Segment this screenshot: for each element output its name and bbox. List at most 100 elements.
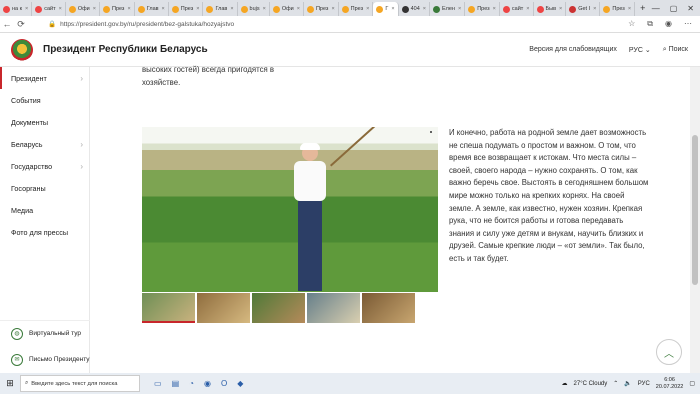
page-scrollbar[interactable] [690,67,700,373]
sidebar-item[interactable]: События [0,89,89,111]
tab-close-icon[interactable]: × [559,6,562,12]
browser-tab[interactable]: През × [100,2,135,16]
tab-favicon-icon [68,5,76,13]
tab-close-icon[interactable]: × [593,6,596,12]
tab-close-icon[interactable]: × [331,6,334,12]
edge-icon[interactable]: ◔ [189,379,194,388]
browser-tab[interactable]: През × [169,2,204,16]
virtual-tour-link[interactable]: ◍ Виртуальный тур [0,321,90,347]
browser-tab[interactable]: През × [600,2,636,16]
tab-close-icon[interactable]: × [628,6,631,12]
main-photo[interactable] [142,127,438,292]
browser-tab[interactable]: Елен × [430,2,466,16]
new-tab-button[interactable]: + [635,3,650,13]
browser-tab[interactable]: Г × [373,2,399,16]
thumbnail[interactable] [252,293,305,323]
accessibility-link[interactable]: Версия для слабовидящих [529,46,617,53]
tab-label: на к [12,6,23,12]
tab-close-icon[interactable]: × [230,6,233,12]
volume-icon[interactable]: 🔈 [624,380,631,387]
sidebar-item[interactable]: Государство › [0,155,89,177]
tab-close-icon[interactable]: × [366,6,369,12]
tab-close-icon[interactable]: × [25,6,28,12]
tab-close-icon[interactable]: × [493,6,496,12]
tab-close-icon[interactable]: × [526,6,529,12]
app-icon[interactable]: ◆ [237,379,243,388]
browser-tab[interactable]: Быв × [534,2,567,16]
tab-close-icon[interactable]: × [93,6,96,12]
browser-tab[interactable]: Глав × [135,2,169,16]
sidebar-item[interactable]: Беларусь › [0,133,89,155]
tab-close-icon[interactable]: × [423,6,426,12]
browser-tab[interactable]: През × [465,2,500,16]
keyboard-language[interactable]: РУС [638,381,650,387]
tab-label: През [315,6,329,12]
letter-president-link[interactable]: ✉ Письмо Президенту [0,347,90,373]
sidebar-item[interactable]: Госорганы [0,177,89,199]
sidebar-item-label: Госорганы [11,183,46,193]
thumbnail[interactable] [197,293,250,323]
url-field[interactable]: 🔒 https://president.gov.by/ru/president/… [48,20,628,29]
virtual-tour-label: Виртуальный тур [29,330,81,337]
browser-tab[interactable]: Офи × [66,2,100,16]
thumbnail[interactable] [362,293,415,323]
tab-favicon-icon [341,5,349,13]
sidebar-item-label: Документы [11,117,49,127]
sidebar-item[interactable]: Документы [0,111,89,133]
scroll-to-top-button[interactable]: ︿ [656,339,682,365]
tab-label: сайт [44,6,56,12]
maximize-icon[interactable]: ▢ [670,4,678,13]
network-icon[interactable]: ⌃ [613,380,618,387]
taskbar-search[interactable]: ⌕ Введите здесь текст для поиска [20,375,140,392]
clock[interactable]: 6:06 20.07.2022 [656,377,684,391]
thumbnail[interactable] [142,293,195,323]
star-icon[interactable]: ☆ [628,19,635,29]
extensions-icon[interactable]: ⧉ [647,19,653,29]
reload-icon[interactable]: ⟳ [14,19,28,30]
browser-tab[interactable]: 404 × [399,2,430,16]
menu-icon[interactable]: ⋯ [684,19,692,29]
sidebar-item[interactable]: Фото для прессы [0,221,89,243]
browser-tab[interactable]: Get I × [566,2,601,16]
site-header: Президент Республики Беларусь Версия для… [0,33,700,67]
browser-tab[interactable]: bujs × [238,2,270,16]
task-view-icon[interactable]: ▭ [154,379,162,388]
thumbnail[interactable] [307,293,360,323]
notification-icon[interactable]: ▢ [689,380,695,387]
weather-text[interactable]: 27°C Cloudy [574,381,608,387]
tab-close-icon[interactable]: × [391,6,394,12]
tab-close-icon[interactable]: × [458,6,461,12]
browser-tab[interactable]: Глав × [203,2,238,16]
browser-tab[interactable]: Офи × [270,2,304,16]
tab-close-icon[interactable]: × [127,6,130,12]
browser-tab[interactable]: на к × [0,2,33,16]
chrome-icon[interactable]: ◉ [204,379,211,388]
tab-close-icon[interactable]: × [263,6,266,12]
site-title[interactable]: Президент Республики Беларусь [43,44,208,55]
tab-close-icon[interactable]: × [196,6,199,12]
windows-start-icon[interactable]: ⊞ [0,378,20,389]
profile-icon[interactable]: ◉ [665,19,672,29]
sidebar-item[interactable]: Президент › [0,67,89,89]
browser-tab[interactable]: През × [339,2,374,16]
tab-favicon-icon [240,5,248,13]
browser-tab[interactable]: През × [304,2,339,16]
bullet-dot [430,131,432,133]
browser-tab[interactable]: сайт × [500,2,534,16]
back-icon[interactable]: ← [0,19,14,29]
sidebar-item-label: Фото для прессы [11,227,69,237]
language-selector[interactable]: РУС ⌄ [629,46,651,54]
state-emblem-logo[interactable] [11,38,33,61]
tab-close-icon[interactable]: × [59,6,62,12]
tab-close-icon[interactable]: × [162,6,165,12]
browser-tab[interactable]: сайт × [32,2,66,16]
minimize-icon[interactable]: — [652,4,660,13]
search-button[interactable]: ⌕ Поиск [663,46,688,54]
file-explorer-icon[interactable]: ▤ [172,379,180,388]
close-window-icon[interactable]: ✕ [687,4,694,13]
tab-close-icon[interactable]: × [297,6,300,12]
sidebar-item[interactable]: Медиа [0,199,89,221]
photo-person [290,127,397,292]
opera-icon[interactable]: O [221,379,227,388]
search-icon: ⌕ [25,380,29,386]
